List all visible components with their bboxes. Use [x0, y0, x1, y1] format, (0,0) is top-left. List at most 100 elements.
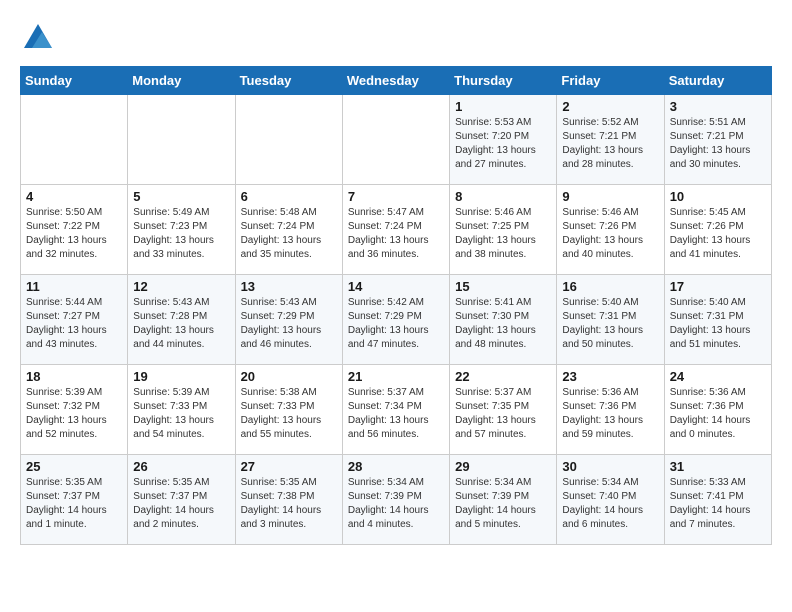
day-number: 4	[26, 189, 122, 204]
cell-content: Sunrise: 5:36 AM Sunset: 7:36 PM Dayligh…	[562, 386, 658, 442]
logo-icon	[20, 20, 56, 56]
calendar-cell: 10 Sunrise: 5:45 AM Sunset: 7:26 PM Dayli…	[664, 185, 771, 275]
day-number: 3	[670, 99, 766, 114]
cell-content: Sunrise: 5:39 AM Sunset: 7:32 PM Dayligh…	[26, 386, 122, 442]
calendar-cell	[21, 95, 128, 185]
weekday-header-monday: Monday	[128, 67, 235, 95]
calendar-week-3: 11Sunrise: 5:44 AM Sunset: 7:27 PM Dayli…	[21, 275, 772, 365]
day-number: 24	[670, 369, 766, 384]
weekday-header-sunday: Sunday	[21, 67, 128, 95]
weekday-header-row: SundayMondayTuesdayWednesdayThursdayFrid…	[21, 67, 772, 95]
day-number: 21	[348, 369, 444, 384]
day-number: 11	[26, 279, 122, 294]
day-number: 15	[455, 279, 551, 294]
day-number: 20	[241, 369, 337, 384]
calendar-cell: 29 Sunrise: 5:34 AM Sunset: 7:39 PM Dayli…	[450, 455, 557, 545]
cell-content: Sunrise: 5:43 AM Sunset: 7:28 PM Dayligh…	[133, 296, 229, 352]
cell-content: Sunrise: 5:46 AM Sunset: 7:25 PM Dayligh…	[455, 206, 551, 262]
calendar-cell: 26 Sunrise: 5:35 AM Sunset: 7:37 PM Dayli…	[128, 455, 235, 545]
cell-content: Sunrise: 5:34 AM Sunset: 7:39 PM Dayligh…	[455, 476, 551, 532]
cell-content: Sunrise: 5:35 AM Sunset: 7:37 PM Dayligh…	[133, 476, 229, 532]
day-number: 8	[455, 189, 551, 204]
day-number: 26	[133, 459, 229, 474]
day-number: 2	[562, 99, 658, 114]
calendar-cell: 14 Sunrise: 5:42 AM Sunset: 7:29 PM Dayli…	[342, 275, 449, 365]
calendar-cell: 1Sunrise: 5:53 AM Sunset: 7:20 PM Daylig…	[450, 95, 557, 185]
calendar-cell: 28 Sunrise: 5:34 AM Sunset: 7:39 PM Dayli…	[342, 455, 449, 545]
calendar-cell	[342, 95, 449, 185]
day-number: 17	[670, 279, 766, 294]
cell-content: Sunrise: 5:40 AM Sunset: 7:31 PM Dayligh…	[562, 296, 658, 352]
calendar-cell: 16 Sunrise: 5:40 AM Sunset: 7:31 PM Dayli…	[557, 275, 664, 365]
cell-content: Sunrise: 5:45 AM Sunset: 7:26 PM Dayligh…	[670, 206, 766, 262]
cell-content: Sunrise: 5:39 AM Sunset: 7:33 PM Dayligh…	[133, 386, 229, 442]
calendar-cell: 12 Sunrise: 5:43 AM Sunset: 7:28 PM Dayli…	[128, 275, 235, 365]
cell-content: Sunrise: 5:41 AM Sunset: 7:30 PM Dayligh…	[455, 296, 551, 352]
cell-content: Sunrise: 5:43 AM Sunset: 7:29 PM Dayligh…	[241, 296, 337, 352]
day-number: 22	[455, 369, 551, 384]
day-number: 5	[133, 189, 229, 204]
calendar-cell: 18 Sunrise: 5:39 AM Sunset: 7:32 PM Dayli…	[21, 365, 128, 455]
cell-content: Sunrise: 5:37 AM Sunset: 7:34 PM Dayligh…	[348, 386, 444, 442]
calendar-week-1: 1Sunrise: 5:53 AM Sunset: 7:20 PM Daylig…	[21, 95, 772, 185]
calendar-cell: 13 Sunrise: 5:43 AM Sunset: 7:29 PM Dayli…	[235, 275, 342, 365]
calendar-cell: 22 Sunrise: 5:37 AM Sunset: 7:35 PM Dayli…	[450, 365, 557, 455]
day-number: 13	[241, 279, 337, 294]
calendar-cell: 15 Sunrise: 5:41 AM Sunset: 7:30 PM Dayli…	[450, 275, 557, 365]
calendar-cell	[128, 95, 235, 185]
calendar-cell: 8 Sunrise: 5:46 AM Sunset: 7:25 PM Daylig…	[450, 185, 557, 275]
calendar-cell: 2 Sunrise: 5:52 AM Sunset: 7:21 PM Daylig…	[557, 95, 664, 185]
day-number: 30	[562, 459, 658, 474]
day-number: 23	[562, 369, 658, 384]
calendar-cell: 5 Sunrise: 5:49 AM Sunset: 7:23 PM Daylig…	[128, 185, 235, 275]
cell-content: Sunrise: 5:46 AM Sunset: 7:26 PM Dayligh…	[562, 206, 658, 262]
day-number: 16	[562, 279, 658, 294]
calendar-cell: 7Sunrise: 5:47 AM Sunset: 7:24 PM Daylig…	[342, 185, 449, 275]
day-number: 10	[670, 189, 766, 204]
day-number: 31	[670, 459, 766, 474]
cell-content: Sunrise: 5:49 AM Sunset: 7:23 PM Dayligh…	[133, 206, 229, 262]
cell-content: Sunrise: 5:40 AM Sunset: 7:31 PM Dayligh…	[670, 296, 766, 352]
cell-content: Sunrise: 5:52 AM Sunset: 7:21 PM Dayligh…	[562, 116, 658, 172]
day-number: 12	[133, 279, 229, 294]
calendar-cell: 25 Sunrise: 5:35 AM Sunset: 7:37 PM Dayli…	[21, 455, 128, 545]
calendar-week-4: 18 Sunrise: 5:39 AM Sunset: 7:32 PM Dayli…	[21, 365, 772, 455]
calendar-cell: 6Sunrise: 5:48 AM Sunset: 7:24 PM Daylig…	[235, 185, 342, 275]
cell-content: Sunrise: 5:36 AM Sunset: 7:36 PM Dayligh…	[670, 386, 766, 442]
calendar-cell: 31 Sunrise: 5:33 AM Sunset: 7:41 PM Dayli…	[664, 455, 771, 545]
calendar-cell: 24 Sunrise: 5:36 AM Sunset: 7:36 PM Dayli…	[664, 365, 771, 455]
cell-content: Sunrise: 5:42 AM Sunset: 7:29 PM Dayligh…	[348, 296, 444, 352]
calendar-cell: 30 Sunrise: 5:34 AM Sunset: 7:40 PM Dayli…	[557, 455, 664, 545]
calendar-cell: 9Sunrise: 5:46 AM Sunset: 7:26 PM Daylig…	[557, 185, 664, 275]
cell-content: Sunrise: 5:35 AM Sunset: 7:37 PM Dayligh…	[26, 476, 122, 532]
calendar-week-5: 25 Sunrise: 5:35 AM Sunset: 7:37 PM Dayli…	[21, 455, 772, 545]
weekday-header-friday: Friday	[557, 67, 664, 95]
day-number: 25	[26, 459, 122, 474]
cell-content: Sunrise: 5:33 AM Sunset: 7:41 PM Dayligh…	[670, 476, 766, 532]
calendar-cell: 27 Sunrise: 5:35 AM Sunset: 7:38 PM Dayli…	[235, 455, 342, 545]
calendar-cell: 19 Sunrise: 5:39 AM Sunset: 7:33 PM Dayli…	[128, 365, 235, 455]
cell-content: Sunrise: 5:48 AM Sunset: 7:24 PM Dayligh…	[241, 206, 337, 262]
day-number: 18	[26, 369, 122, 384]
weekday-header-tuesday: Tuesday	[235, 67, 342, 95]
day-number: 28	[348, 459, 444, 474]
weekday-header-thursday: Thursday	[450, 67, 557, 95]
cell-content: Sunrise: 5:37 AM Sunset: 7:35 PM Dayligh…	[455, 386, 551, 442]
day-number: 14	[348, 279, 444, 294]
cell-content: Sunrise: 5:53 AM Sunset: 7:20 PM Dayligh…	[455, 116, 551, 172]
cell-content: Sunrise: 5:35 AM Sunset: 7:38 PM Dayligh…	[241, 476, 337, 532]
day-number: 19	[133, 369, 229, 384]
weekday-header-wednesday: Wednesday	[342, 67, 449, 95]
cell-content: Sunrise: 5:34 AM Sunset: 7:40 PM Dayligh…	[562, 476, 658, 532]
cell-content: Sunrise: 5:47 AM Sunset: 7:24 PM Dayligh…	[348, 206, 444, 262]
cell-content: Sunrise: 5:51 AM Sunset: 7:21 PM Dayligh…	[670, 116, 766, 172]
logo	[20, 20, 62, 56]
cell-content: Sunrise: 5:38 AM Sunset: 7:33 PM Dayligh…	[241, 386, 337, 442]
cell-content: Sunrise: 5:34 AM Sunset: 7:39 PM Dayligh…	[348, 476, 444, 532]
day-number: 29	[455, 459, 551, 474]
day-number: 27	[241, 459, 337, 474]
calendar-cell	[235, 95, 342, 185]
weekday-header-saturday: Saturday	[664, 67, 771, 95]
cell-content: Sunrise: 5:50 AM Sunset: 7:22 PM Dayligh…	[26, 206, 122, 262]
calendar-cell: 20 Sunrise: 5:38 AM Sunset: 7:33 PM Dayli…	[235, 365, 342, 455]
